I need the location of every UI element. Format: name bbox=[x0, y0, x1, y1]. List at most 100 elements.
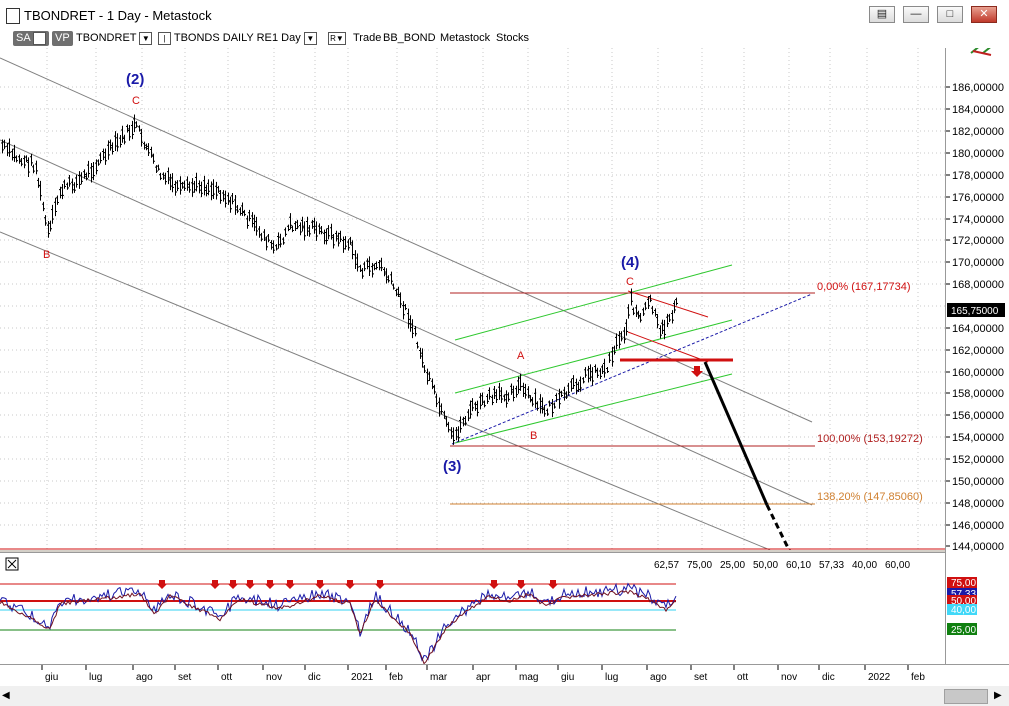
indicator-value-7: 40,00 bbox=[852, 560, 877, 571]
window-title: TBONDRET - 1 Day - Metastock bbox=[24, 8, 212, 23]
time-axis-label: ott bbox=[221, 672, 232, 683]
signal-marker bbox=[285, 580, 295, 589]
tag-75-label: 75,00 bbox=[951, 578, 976, 589]
restore-window-icon[interactable]: ▤ bbox=[869, 6, 895, 23]
wave-b-label-1: B bbox=[43, 249, 50, 261]
signal-marker bbox=[375, 580, 385, 589]
bb-bond-link[interactable]: BB_BOND bbox=[383, 31, 436, 46]
chevron-down-icon: ▼ bbox=[139, 31, 153, 45]
time-axis-label: giu bbox=[45, 672, 58, 683]
time-axis-svg: giu lug ago set ott nov dic 2021 feb mar apr mag giu… bbox=[41, 665, 925, 683]
time-axis-label: ago bbox=[136, 672, 153, 683]
price-axis-label: 152,00000 bbox=[952, 454, 1004, 466]
time-axis-label: dic bbox=[308, 672, 321, 683]
indicator-value-5: 60,10 bbox=[786, 560, 811, 571]
current-price-value: 165,75000 bbox=[951, 306, 999, 317]
time-axis-label: 2021 bbox=[351, 672, 374, 683]
time-axis-label: apr bbox=[476, 672, 491, 683]
price-axis-label: 186,00000 bbox=[952, 82, 1004, 94]
price-axis-label: 182,00000 bbox=[952, 126, 1004, 138]
price-axis-label: 176,00000 bbox=[952, 192, 1004, 204]
indicator-value-6: 57,33 bbox=[819, 560, 844, 571]
chart-type-icon: | bbox=[158, 31, 171, 45]
wave-c-label-1: C bbox=[132, 95, 140, 107]
time-axis-label: feb bbox=[911, 672, 925, 683]
projection-line bbox=[703, 361, 769, 506]
projection-dashed-line bbox=[765, 504, 791, 550]
price-axis-svg: 186,00000 184,00000 182,00000 180,00000 178,… bbox=[946, 48, 1005, 636]
time-axis-label: ago bbox=[650, 672, 667, 683]
arrow-down-icon bbox=[691, 366, 703, 377]
signal-marker bbox=[228, 580, 238, 589]
horizontal-scrollbar[interactable]: ◀ ▶ bbox=[0, 686, 1009, 706]
symbol-selector[interactable]: TBONDRET ▼ bbox=[76, 31, 153, 46]
wave-b-label-2: B bbox=[530, 430, 537, 442]
vp-button[interactable]: VP bbox=[52, 31, 73, 46]
price-axis-label: 184,00000 bbox=[952, 104, 1004, 116]
minimize-button[interactable]: — bbox=[903, 6, 929, 23]
wave-2-label: (2) bbox=[126, 71, 144, 88]
time-axis[interactable]: giu lug ago set ott nov dic 2021 feb mar apr mag giu… bbox=[0, 664, 1009, 687]
wave-4-label: (4) bbox=[621, 254, 639, 271]
r-button[interactable]: R▼ bbox=[328, 31, 346, 46]
price-axis-label: 172,00000 bbox=[952, 235, 1004, 247]
chart-toolbar: SA ▼ VP TBONDRET ▼ | TBONDS DAILY RE 1 D… bbox=[0, 30, 1009, 48]
time-axis-label: giu bbox=[561, 672, 574, 683]
time-axis-label: mag bbox=[519, 672, 538, 683]
chevron-down-icon: ▼ bbox=[303, 31, 317, 45]
signal-marker bbox=[245, 580, 255, 589]
price-axis-label: 162,00000 bbox=[952, 345, 1004, 357]
oscillator-fast-line bbox=[0, 582, 677, 662]
price-axis-label: 156,00000 bbox=[952, 410, 1004, 422]
signal-marker bbox=[265, 580, 275, 589]
maximize-button[interactable]: □ bbox=[937, 6, 963, 23]
wave-3-label: (3) bbox=[443, 458, 461, 475]
close-button[interactable]: ✕ bbox=[971, 6, 997, 23]
price-axis-label: 170,00000 bbox=[952, 257, 1004, 269]
chart-tools-icon[interactable] bbox=[970, 48, 993, 56]
time-axis-label: set bbox=[694, 672, 708, 683]
period-selector[interactable]: 1 Day ▼ bbox=[272, 31, 317, 46]
fib-138-label: 138,20% (147,85060) bbox=[817, 491, 923, 503]
r-dropdown-icon: R▼ bbox=[328, 31, 346, 45]
price-axis-label: 146,00000 bbox=[952, 520, 1004, 532]
indicator-pane[interactable]: 62,57 75,00 25,00 50,00 60,10 57,33 40,0… bbox=[0, 552, 945, 665]
app-icon bbox=[6, 8, 20, 24]
scroll-thumb[interactable] bbox=[944, 689, 988, 704]
time-axis-label: nov bbox=[781, 672, 797, 683]
time-axis-label: set bbox=[178, 672, 192, 683]
price-axis[interactable]: 186,00000 184,00000 182,00000 180,00000 178,… bbox=[945, 48, 1009, 664]
price-series bbox=[1, 114, 678, 445]
price-axis-label: 178,00000 bbox=[952, 170, 1004, 182]
signal-marker bbox=[489, 580, 499, 589]
time-axis-label: lug bbox=[89, 672, 102, 683]
indicator-value-2: 75,00 bbox=[687, 560, 712, 571]
time-axis-label: ott bbox=[737, 672, 748, 683]
stocks-link[interactable]: Stocks bbox=[496, 31, 529, 46]
time-axis-label: feb bbox=[389, 672, 403, 683]
tag-40-label: 40,00 bbox=[951, 605, 976, 616]
blue-dashed-trendline bbox=[451, 293, 813, 445]
time-axis-label: 2022 bbox=[868, 672, 891, 683]
indicator-value-1: 62,57 bbox=[654, 560, 679, 571]
metastock-link[interactable]: Metastock bbox=[440, 31, 490, 46]
scroll-left-icon[interactable]: ◀ bbox=[2, 689, 12, 703]
time-axis-label: mar bbox=[430, 672, 448, 683]
price-axis-label: 158,00000 bbox=[952, 388, 1004, 400]
price-axis-label: 160,00000 bbox=[952, 367, 1004, 379]
price-chart[interactable]: (2) C B A B (3) (4) C 0,00% (167,17734) … bbox=[0, 48, 945, 550]
fib-0-label: 0,00% (167,17734) bbox=[817, 281, 911, 293]
price-axis-label: 148,00000 bbox=[952, 498, 1004, 510]
price-axis-labels: 186,00000 184,00000 182,00000 180,00000 178,… bbox=[946, 82, 1004, 553]
price-axis-label: 154,00000 bbox=[952, 432, 1004, 444]
price-axis-label: 180,00000 bbox=[952, 148, 1004, 160]
time-axis-label: nov bbox=[266, 672, 282, 683]
price-axis-label: 150,00000 bbox=[952, 476, 1004, 488]
price-axis-label: 168,00000 bbox=[952, 279, 1004, 291]
description-selector[interactable]: | TBONDS DAILY RE bbox=[158, 31, 272, 46]
indicator-value-4: 50,00 bbox=[753, 560, 778, 571]
scroll-right-icon[interactable]: ▶ bbox=[994, 689, 1004, 703]
signal-marker bbox=[315, 580, 325, 589]
trade-button[interactable]: Trade bbox=[353, 31, 381, 46]
sa-button[interactable]: SA ▼ bbox=[13, 31, 50, 46]
